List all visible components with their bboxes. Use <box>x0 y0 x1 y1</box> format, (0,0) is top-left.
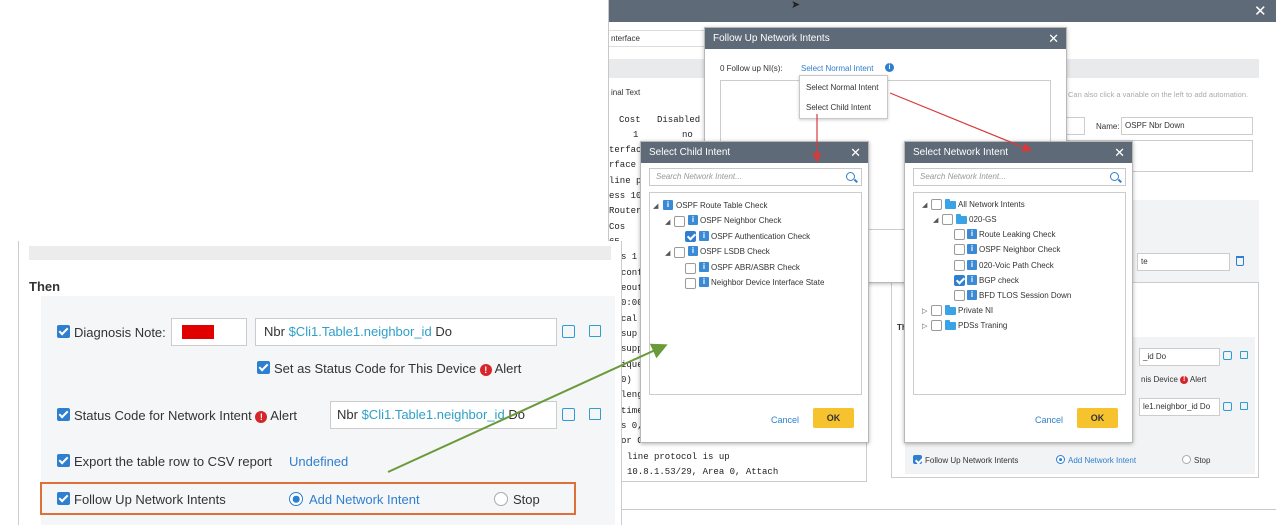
annotation-arrows <box>387 92 1033 473</box>
red-arrow-network <box>889 92 1033 152</box>
green-arrow <box>387 343 668 473</box>
